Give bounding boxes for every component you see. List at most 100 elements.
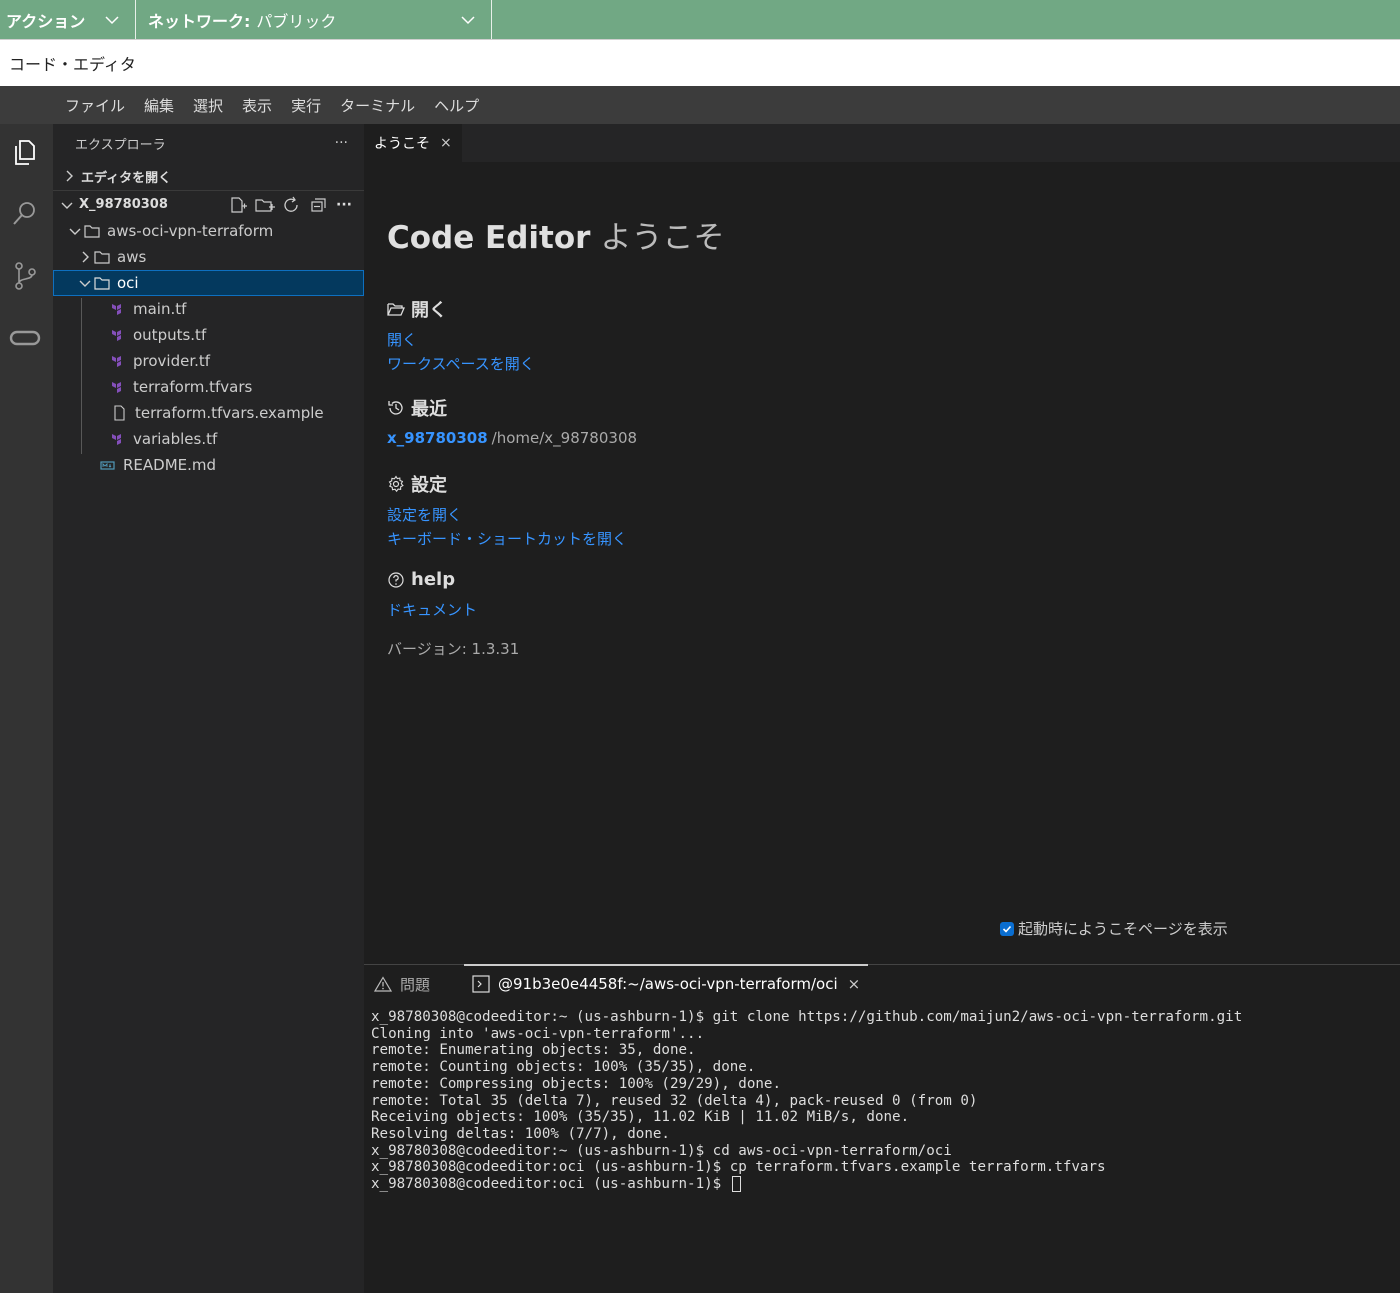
terraform-icon <box>112 304 121 315</box>
editor-area: ようこそ × Code Editor ようこそ 開く 開く ワークスペースを開く … <box>364 124 1400 964</box>
menu-file[interactable]: ファイル <box>65 95 125 116</box>
terminal-line: x_98780308@codeeditor:~ (us-ashburn-1)$ … <box>371 1142 952 1159</box>
tree-label: provider.tf <box>133 352 211 370</box>
explorer-sidebar: エクスプローラ ··· エディタを開く X_98780308 ··· aws-o… <box>53 124 364 1293</box>
new-file-icon[interactable] <box>228 196 248 214</box>
folder-open-icon <box>387 303 405 316</box>
terminal-prompt-line: x_98780308@codeeditor:oci (us-ashburn-1)… <box>371 1176 1400 1193</box>
more-actions-icon[interactable]: ··· <box>336 197 352 213</box>
file-icon <box>114 405 125 421</box>
terminal-line: remote: Total 35 (delta 7), reused 32 (d… <box>371 1092 978 1109</box>
show-on-startup-checkbox[interactable] <box>1000 921 1014 936</box>
markdown-icon <box>100 461 115 470</box>
source-control-icon[interactable] <box>9 260 41 292</box>
terraform-icon <box>112 434 121 445</box>
recent-heading: 最近 <box>387 395 447 421</box>
menu-view[interactable]: 表示 <box>242 95 272 116</box>
menu-selection[interactable]: 選択 <box>193 95 223 116</box>
file-outputs-tf[interactable]: outputs.tf <box>53 322 364 348</box>
terminal-line: x_98780308@codeeditor:oci (us-ashburn-1)… <box>371 1176 730 1193</box>
file-readme-md[interactable]: README.md <box>53 452 364 478</box>
collapse-all-icon[interactable] <box>309 196 329 214</box>
terminal-line: x_98780308@codeeditor:oci (us-ashburn-1)… <box>371 1159 1106 1176</box>
file-terraform-tfvars-example[interactable]: terraform.tfvars.example <box>53 400 364 426</box>
activity-bar <box>0 124 53 1293</box>
terminal-line: Receiving objects: 100% (35/35), 11.02 K… <box>371 1109 910 1126</box>
chevron-down-icon <box>69 228 81 235</box>
explorer-title: エクスプローラ <box>75 137 166 153</box>
tab-label: ようこそ <box>374 136 430 152</box>
tree-indent-guide <box>81 298 82 454</box>
history-icon <box>388 401 403 415</box>
terminal-cursor <box>731 1176 741 1193</box>
network-value: パブリック <box>256 11 337 31</box>
folder-icon <box>94 277 110 290</box>
file-terraform-tfvars[interactable]: terraform.tfvars <box>53 374 364 400</box>
check-icon <box>1002 925 1012 933</box>
terminal-icon <box>472 975 490 993</box>
open-link[interactable]: 開く <box>387 329 417 350</box>
chevron-down-icon <box>105 15 119 24</box>
welcome-title-sub: ようこそ <box>600 220 725 256</box>
show-on-startup-label: 起動時にようこそページを表示 <box>1018 920 1228 938</box>
open-workspace-link[interactable]: ワークスペースを開く <box>387 353 535 374</box>
recent-item-link[interactable]: x_98780308 <box>387 429 488 447</box>
files-icon[interactable] <box>9 136 41 168</box>
folder-aws[interactable]: aws <box>53 244 364 270</box>
tab-terminal[interactable]: @91b3e0e4458f:~/aws-oci-vpn-terraform/oc… <box>464 964 869 1002</box>
file-provider-tf[interactable]: provider.tf <box>53 348 364 374</box>
open-settings-link[interactable]: 設定を開く <box>387 504 462 525</box>
chevron-right-icon <box>66 170 73 182</box>
chevron-down-icon <box>61 202 73 209</box>
actions-dropdown[interactable]: アクション <box>0 0 136 39</box>
terminal-line: remote: Enumerating objects: 35, done. <box>371 1042 696 1059</box>
panel-tabs: 問題 @91b3e0e4458f:~/aws-oci-vpn-terraform… <box>364 964 1400 1003</box>
file-variables-tf[interactable]: variables.tf <box>53 426 364 452</box>
tab-problems-label: 問題 <box>400 975 431 994</box>
terminal-line: x_98780308@codeeditor:~ (us-ashburn-1)$ … <box>371 1009 1243 1025</box>
network-label: ネットワーク: <box>148 11 251 31</box>
oracle-icon[interactable] <box>9 322 41 354</box>
file-main-tf[interactable]: main.tf <box>53 296 364 322</box>
top-bar: アクション ネットワーク: パブリック <box>0 0 1400 39</box>
tab-welcome[interactable]: ようこそ × <box>364 124 462 162</box>
workspace-actions: ··· <box>228 196 352 214</box>
recent-item-path: /home/x_98780308 <box>491 429 638 447</box>
show-on-startup[interactable]: 起動時にようこそページを表示 <box>1000 918 1228 939</box>
close-icon[interactable]: × <box>440 135 452 151</box>
close-icon[interactable]: × <box>848 975 861 993</box>
keyboard-shortcuts-link[interactable]: キーボード・ショートカットを開く <box>387 528 627 549</box>
open-editors-label: エディタを開く <box>81 170 172 186</box>
terraform-icon <box>112 382 121 393</box>
folder-icon <box>84 225 100 238</box>
menu-terminal[interactable]: ターミナル <box>340 95 415 116</box>
documentation-link[interactable]: ドキュメント <box>387 599 477 620</box>
recent-item: x_98780308/home/x_98780308 <box>387 429 637 447</box>
tree-label: oci <box>117 274 139 292</box>
help-heading-label: help <box>411 569 456 590</box>
more-actions-icon[interactable]: ··· <box>335 135 348 151</box>
folder-oci[interactable]: oci <box>53 270 364 296</box>
refresh-icon[interactable] <box>282 196 302 214</box>
version-text: バージョン: 1.3.31 <box>387 640 520 658</box>
menu-edit[interactable]: 編集 <box>144 95 174 116</box>
menu-bar: ファイル 編集 選択 表示 実行 ターミナル ヘルプ <box>0 86 1400 124</box>
workspace-section[interactable]: X_98780308 ··· <box>53 190 364 218</box>
new-folder-icon[interactable] <box>255 196 276 214</box>
open-heading: 開く <box>387 296 447 322</box>
terminal-output[interactable]: x_98780308@codeeditor:~ (us-ashburn-1)$ … <box>364 1003 1400 1193</box>
tab-problems[interactable]: 問題 <box>364 965 464 1003</box>
workspace-label: X_98780308 <box>79 197 168 212</box>
search-icon[interactable] <box>9 198 41 230</box>
menu-run[interactable]: 実行 <box>291 95 321 116</box>
tree-label: aws <box>117 248 147 266</box>
settings-heading: 設定 <box>387 471 447 497</box>
network-dropdown[interactable]: ネットワーク: パブリック <box>136 0 492 39</box>
folder-aws-oci-vpn-terraform[interactable]: aws-oci-vpn-terraform <box>53 218 364 244</box>
folder-icon <box>94 251 110 264</box>
open-editors-section[interactable]: エディタを開く <box>53 162 364 190</box>
welcome-title: Code Editor ようこそ <box>387 212 724 257</box>
tree-label: main.tf <box>133 300 187 318</box>
terminal-line: Cloning into 'aws-oci-vpn-terraform'... <box>371 1025 705 1042</box>
menu-help[interactable]: ヘルプ <box>434 95 479 116</box>
